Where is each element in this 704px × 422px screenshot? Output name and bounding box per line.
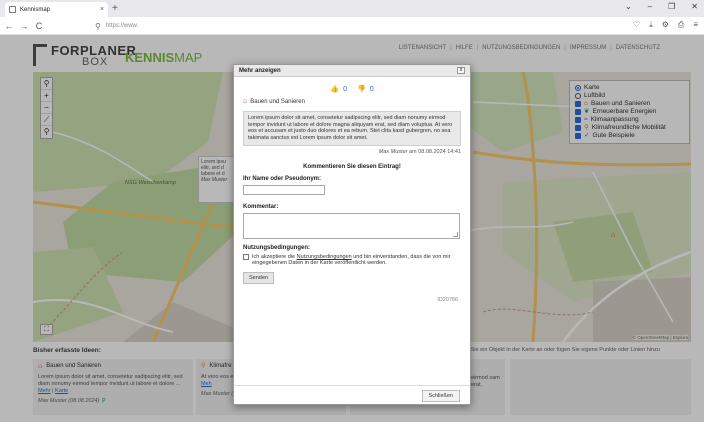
name-input[interactable] [243,184,325,195]
comment-textarea[interactable] [243,212,460,239]
page-icon [9,6,16,13]
reload-icon[interactable]: C [33,21,45,31]
modal-body: 👍 0 👎 0 ⌂ Bauen und Sanieren Lorem ipsum d… [234,77,470,389]
modal-header: Mehr anzeigen x [234,65,470,77]
close-button[interactable]: Schließen [421,390,460,402]
vote-bar: 👍 0 👎 0 [243,85,461,93]
house-icon: ⌂ [243,98,248,105]
tab-title: Kennismap [20,6,51,13]
like-button[interactable]: 👍 0 [328,86,349,93]
download-icon[interactable]: ⤓ [649,20,653,30]
terms-agreement: Ich akzeptiere die Nutzungsbedingungen u… [243,254,461,267]
maximize-icon[interactable]: ❐ [668,2,675,11]
url-text: https://www. [105,23,139,29]
terms-label: Nutzungsbedingungen: [243,244,310,251]
entry-author: Max Muster am 08.08.2024 14:41 [378,148,461,155]
terms-link[interactable]: Nutzungsbedingungen [297,254,352,260]
modal-title: Mehr anzeigen [239,67,281,74]
entry-category: ⌂ Bauen und Sanieren [243,98,305,105]
comment-label: Kommentar: [243,203,279,210]
search-icon: ⚲ [95,21,101,31]
browser-tabbar: Kennismap × + ⌄ – ❐ ✕ [0,0,704,17]
entry-description: Lorem ipsum dolor sit amet, consetetur s… [243,111,461,146]
name-label: Ihr Name oder Pseudonym: [243,175,322,182]
tabs-dropdown-icon[interactable]: ⌄ [625,2,632,11]
thumbs-down-icon: 👎 [356,86,366,93]
close-tab-icon[interactable]: × [100,6,104,13]
share-icon[interactable]: ⎙ [678,20,684,30]
browser-toolbar: ♡ ⤓ ⚙ ⎙ ≡ [633,20,698,30]
extensions-icon[interactable]: ⚙ [662,20,669,30]
dislike-button[interactable]: 👎 0 [355,86,376,93]
captcha-id: ID20786 [437,297,458,303]
browser-tab[interactable]: Kennismap × [5,2,108,17]
send-button[interactable]: Senden [243,271,274,284]
minimize-icon[interactable]: – [648,2,652,11]
forward-icon[interactable]: → [18,21,30,31]
close-window-icon[interactable]: ✕ [691,2,698,11]
modal-close-icon[interactable]: x [457,67,465,74]
menu-icon[interactable]: ≡ [693,20,698,30]
new-tab-button[interactable]: + [112,3,118,14]
terms-checkbox[interactable] [243,254,249,261]
comment-heading: Kommentieren Sie diesen Eintrag! [303,163,401,170]
modal-footer: Schließen [234,385,470,404]
window-controls: ⌄ – ❐ ✕ [625,2,698,11]
back-icon[interactable]: ← [3,21,15,31]
browser-navbar: ← → C ⚲ https://www. ♡ ⤓ ⚙ ⎙ ≡ [0,17,704,35]
address-bar[interactable]: ⚲ https://www. [95,20,615,32]
details-modal: Mehr anzeigen x 👍 0 👎 0 ⌂ Bauen und Sanier… [233,64,471,405]
pocket-icon[interactable]: ♡ [633,20,640,30]
thumbs-up-icon: 👍 [330,86,340,93]
